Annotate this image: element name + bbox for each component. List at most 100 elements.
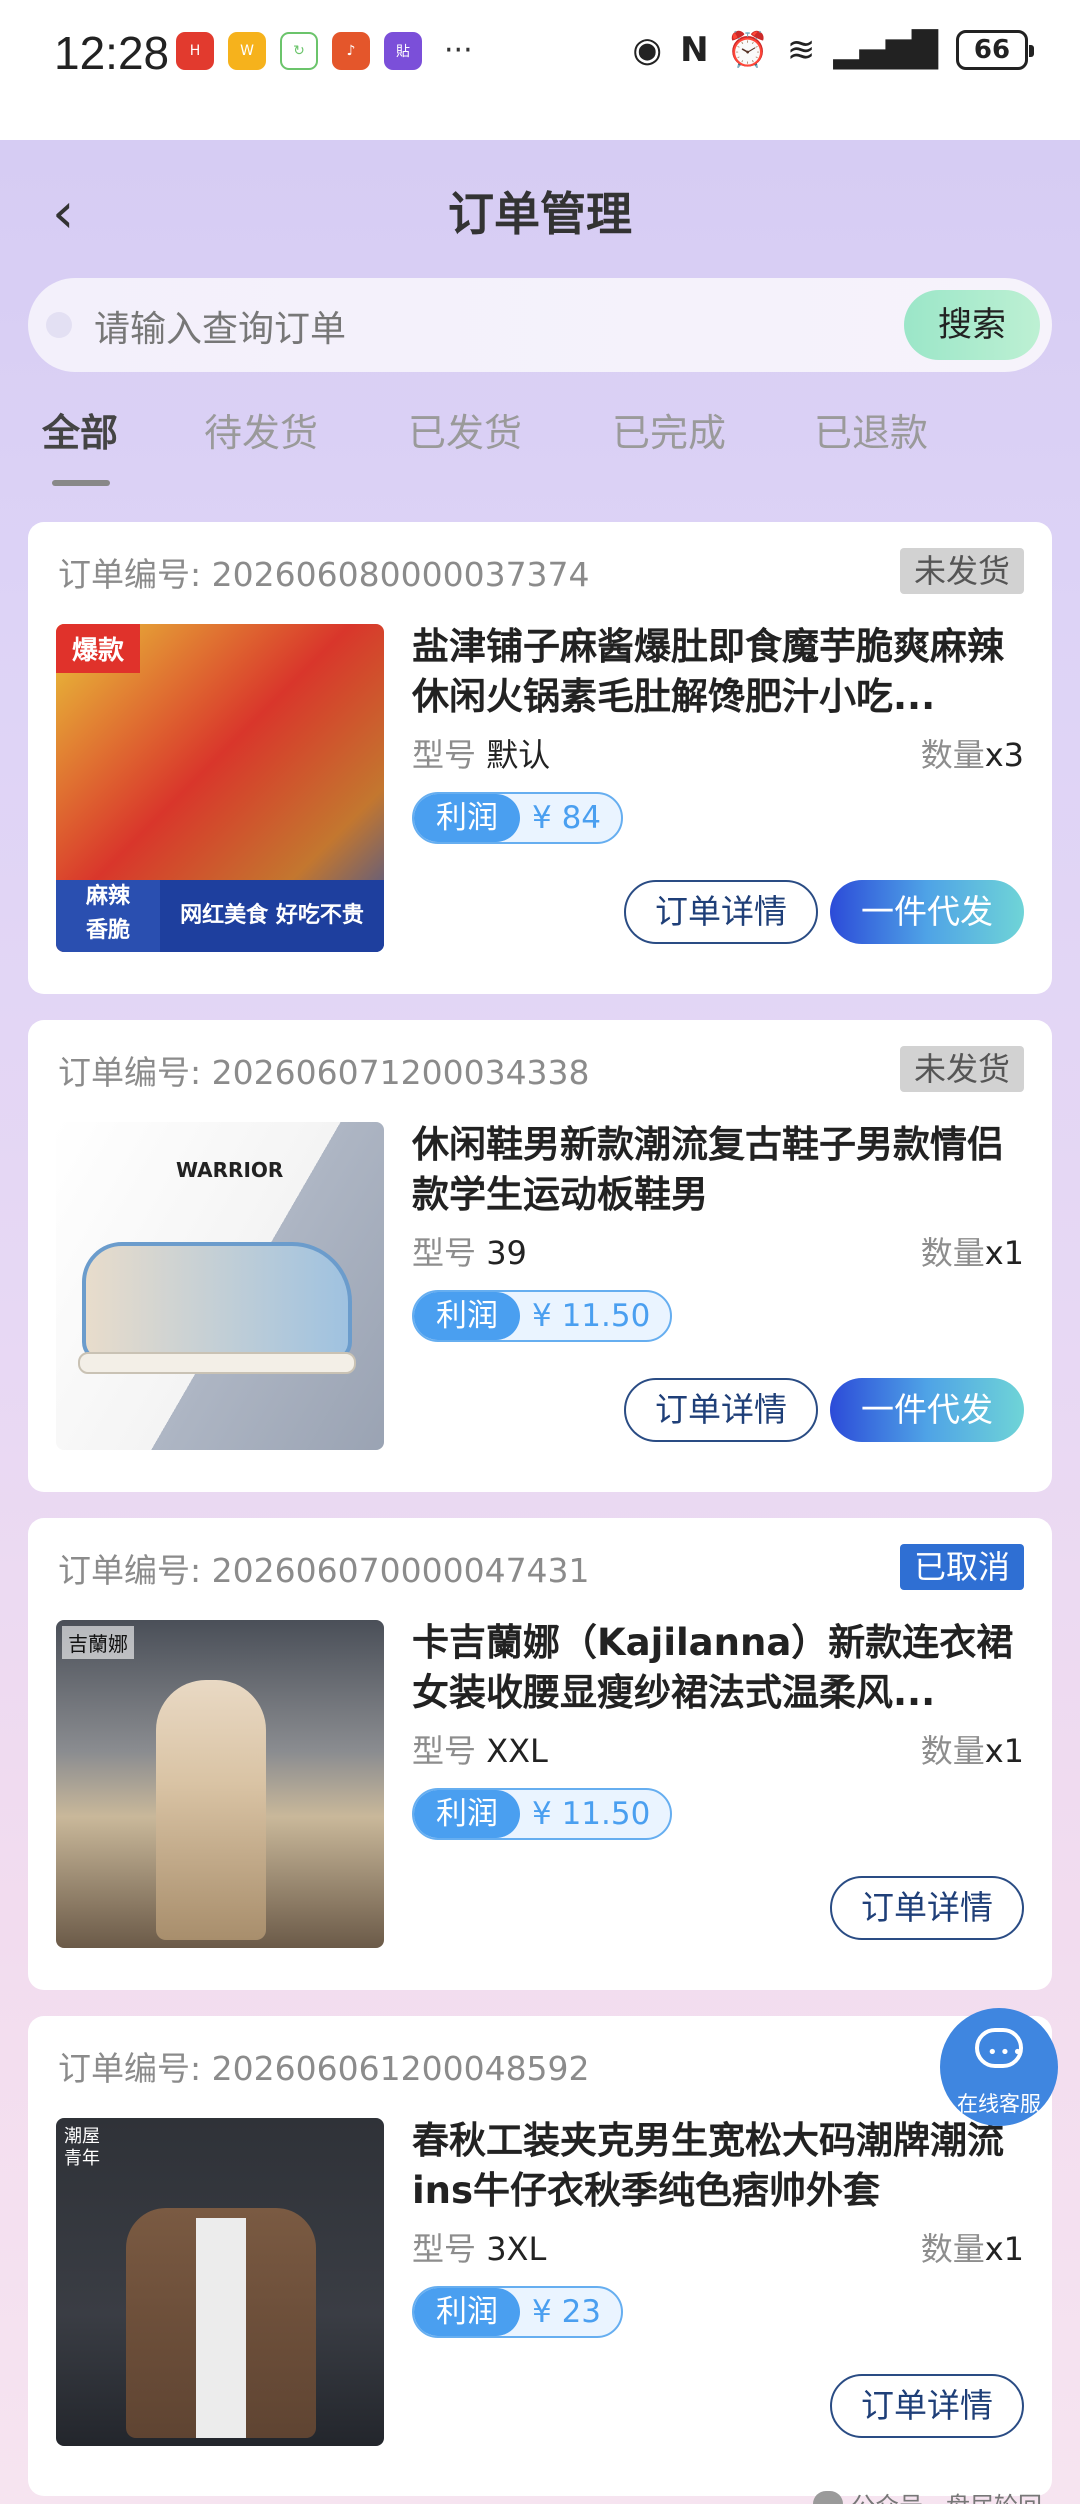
tab-refunded[interactable]: 已退款 <box>814 402 928 457</box>
tab-pending-shipment[interactable]: 待发货 <box>204 402 318 457</box>
product-image-brand: WARRIOR <box>176 1158 284 1182</box>
product-image[interactable]: WARRIOR <box>56 1122 384 1450</box>
search-button[interactable]: 搜索 <box>904 290 1040 360</box>
wifi-icon: ≋ <box>786 30 816 70</box>
order-number-label: 订单编号: <box>58 1551 202 1590</box>
search-bar: 请输入查询订单 搜索 <box>28 278 1052 372</box>
tab-completed[interactable]: 已完成 <box>612 402 726 457</box>
order-detail-button[interactable]: 订单详情 <box>624 880 818 944</box>
order-management-page: ‹ 订单管理 请输入查询订单 搜索 全部 待发货 已发货 已完成 已退款 订单编… <box>0 140 1080 2504</box>
order-detail-button[interactable]: 订单详情 <box>624 1378 818 1442</box>
more-notifications-icon: ··· <box>444 33 473 68</box>
quantity-value: x1 <box>984 1234 1024 1272</box>
profit-label: 利润 <box>414 1292 520 1340</box>
product-name[interactable]: 卡吉蘭娜（Kajilanna）新款连衣裙女装收腰显瘦纱裙法式温柔风... <box>412 1618 1024 1718</box>
order-number: 订单编号: 202606071200034338 <box>58 1046 590 1094</box>
tab-shipped[interactable]: 已发货 <box>408 402 522 457</box>
order-number-value: 202606061200048592 <box>211 2049 590 2088</box>
quantity-value: x1 <box>984 2230 1024 2268</box>
quantity-label: 数量 <box>920 2230 985 2268</box>
battery-icon: 66 <box>956 30 1034 70</box>
status-system-icons: ◉ N ⏰ ≋ ▂▄▆█ 66 <box>632 30 1034 70</box>
shoe-sole <box>78 1352 356 1374</box>
status-bar: 12:28 H W ↻ ♪ 貼 ··· ◉ N ⏰ ≋ ▂▄▆█ 66 <box>0 0 1080 140</box>
status-badge: 未发货 <box>899 1046 1024 1092</box>
order-card[interactable]: 订单编号: 202606080000037374 未发货 爆款 麻辣 香脆 网红… <box>28 522 1052 994</box>
order-number: 订单编号: 202606080000037374 <box>58 548 590 596</box>
order-card[interactable]: 订单编号: 202606071200034338 未发货 WARRIOR 休闲鞋… <box>28 1020 1052 1492</box>
dropship-button[interactable]: 一件代发 <box>830 1378 1024 1442</box>
app-icon: 貼 <box>384 32 422 70</box>
hot-tag: 爆款 <box>56 624 141 673</box>
profit-tag: 利润 ¥ 11.50 <box>412 1290 673 1342</box>
product-quantity: 数量x1 <box>921 2224 1024 2270</box>
product-name[interactable]: 休闲鞋男新款潮流复古鞋子男款情侣款学生运动板鞋男 <box>412 1120 1024 1220</box>
profit-value: ¥ 23 <box>532 2294 602 2330</box>
order-number-value: 202606070000047431 <box>211 1551 590 1590</box>
status-badge: 未发货 <box>899 548 1024 594</box>
order-number-value: 202606071200034338 <box>211 1053 590 1092</box>
model-label: 型号 <box>412 736 477 774</box>
signal-icon: ▂▄▆█ <box>833 30 938 70</box>
profit-label: 利润 <box>414 1790 520 1838</box>
order-number-value: 202606080000037374 <box>211 555 590 594</box>
tab-all[interactable]: 全部 <box>42 402 118 457</box>
product-quantity: 数量x1 <box>921 1726 1024 1772</box>
page-title: 订单管理 <box>448 187 632 241</box>
recycle-icon: ↻ <box>280 32 318 70</box>
profit-tag: 利润 ¥ 11.50 <box>412 1788 673 1840</box>
online-service-button[interactable]: ••• 在线客服 <box>940 2008 1058 2126</box>
model-value: XXL <box>486 1732 548 1770</box>
model-figure <box>156 1680 266 1940</box>
wechat-icon <box>813 2490 844 2504</box>
quantity-label: 数量 <box>920 1732 985 1770</box>
quantity-value: x3 <box>984 736 1024 774</box>
quantity-value: x1 <box>984 1732 1024 1770</box>
order-detail-button[interactable]: 订单详情 <box>830 2374 1024 2438</box>
watermark: 公众号 · 盘届轮回 <box>813 2486 1042 2504</box>
status-app-icons: H W ↻ ♪ 貼 ··· <box>176 32 473 70</box>
product-name[interactable]: 盐津铺子麻酱爆肚即食魔芋脆爽麻辣休闲火锅素毛肚解馋肥汁小吃... <box>412 622 1024 722</box>
product-image[interactable]: 吉蘭娜 <box>56 1620 384 1948</box>
quantity-label: 数量 <box>920 1234 985 1272</box>
shirt-figure <box>196 2218 246 2438</box>
weibo-icon: W <box>228 32 266 70</box>
order-tabs: 全部 待发货 已发货 已完成 已退款 <box>0 390 1080 490</box>
product-name[interactable]: 春秋工装夹克男生宽松大码潮牌潮流ins牛仔衣秋季纯色痞帅外套 <box>412 2116 1024 2216</box>
online-service-label: 在线客服 <box>957 2092 1041 2116</box>
profit-value: ¥ 11.50 <box>532 1298 651 1334</box>
product-image-slogan: 网红美食 好吃不贵 <box>160 880 384 952</box>
active-tab-indicator <box>52 480 110 486</box>
order-card[interactable]: 订单编号: 202606070000047431 已取消 吉蘭娜 卡吉蘭娜（Ka… <box>28 1518 1052 1990</box>
status-badge: 已取消 <box>899 1544 1024 1590</box>
product-image-caption: 麻辣 香脆 <box>56 880 160 952</box>
quantity-label: 数量 <box>920 736 985 774</box>
product-image-brand: 潮屋 青年 <box>64 2126 100 2169</box>
order-card[interactable]: 订单编号: 202606061200048592 已 潮屋 青年 春秋工装夹克男… <box>28 2016 1052 2496</box>
status-time: 12:28 <box>54 27 170 79</box>
model-label: 型号 <box>412 2230 477 2268</box>
order-number: 订单编号: 202606070000047431 <box>58 1544 590 1592</box>
model-label: 型号 <box>412 1234 477 1272</box>
top-bar: ‹ 订单管理 <box>0 140 1080 270</box>
product-quantity: 数量x1 <box>921 1228 1024 1274</box>
search-input[interactable]: 请输入查询订单 <box>94 300 346 352</box>
order-number-label: 订单编号: <box>58 1053 202 1092</box>
profit-value: ¥ 11.50 <box>532 1796 651 1832</box>
product-model: 型号 默认 <box>412 730 550 776</box>
profit-tag: 利润 ¥ 23 <box>412 2286 624 2338</box>
search-icon <box>46 312 72 338</box>
dropship-button[interactable]: 一件代发 <box>830 880 1024 944</box>
product-image-brand: 吉蘭娜 <box>62 1626 134 1659</box>
order-detail-button[interactable]: 订单详情 <box>830 1876 1024 1940</box>
profit-value: ¥ 84 <box>532 800 602 836</box>
product-image[interactable]: 爆款 麻辣 香脆 网红美食 好吃不贵 <box>56 624 384 952</box>
alarm-icon: ⏰ <box>726 30 769 70</box>
product-model: 型号 XXL <box>412 1726 548 1772</box>
product-image[interactable]: 潮屋 青年 <box>56 2118 384 2446</box>
music-icon: ♪ <box>332 32 370 70</box>
model-value: 3XL <box>486 2230 547 2268</box>
profit-label: 利润 <box>414 794 520 842</box>
watermark-text: 公众号 · 盘届轮回 <box>851 2486 1042 2504</box>
model-value: 默认 <box>486 736 551 774</box>
